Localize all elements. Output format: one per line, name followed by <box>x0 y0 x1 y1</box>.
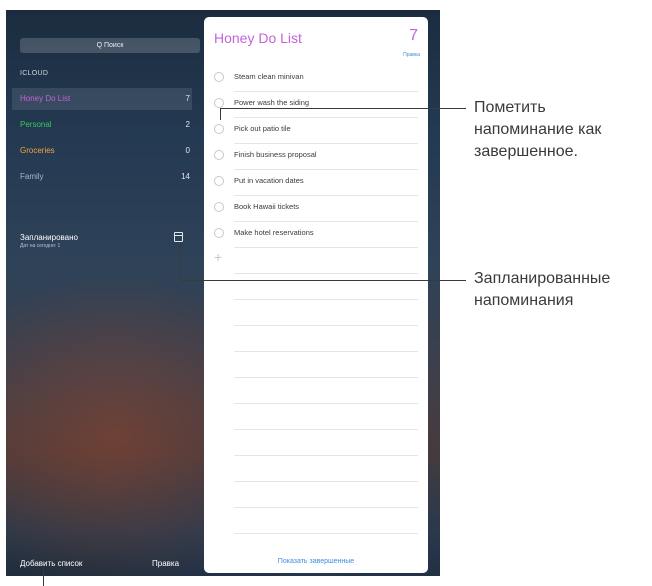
reminder-text: Make hotel reservations <box>234 228 314 237</box>
divider <box>234 273 418 274</box>
callout-pointer <box>43 570 44 586</box>
callout-line-text: напоминание как <box>474 121 602 138</box>
list-name: Family <box>20 172 44 181</box>
divider <box>234 481 418 482</box>
list-title: Honey Do List <box>214 30 302 46</box>
account-section-label: ICLOUD <box>20 70 49 77</box>
add-reminder-icon[interactable]: + <box>214 249 222 265</box>
callout-line-text: Пометить <box>474 99 546 116</box>
complete-checkbox-icon[interactable] <box>214 150 224 160</box>
sidebar-item-groceries[interactable]: Groceries 0 <box>12 140 192 162</box>
list-name: Personal <box>20 120 52 129</box>
divider <box>234 455 418 456</box>
list-name: Honey Do List <box>20 94 71 103</box>
list-edit-button[interactable]: Правка <box>403 52 420 58</box>
list-item-count: 7 <box>409 27 418 44</box>
callout-pointer <box>180 242 181 280</box>
complete-checkbox-icon[interactable] <box>214 124 224 134</box>
callout-mark-complete: Пометить напоминание как завершенное. <box>474 97 601 163</box>
reminder-item[interactable]: Power wash the siding <box>214 92 418 117</box>
reminder-text: Put in vacation dates <box>234 176 304 185</box>
divider <box>234 533 418 534</box>
complete-checkbox-icon[interactable] <box>214 228 224 238</box>
callout-line-text: напоминания <box>474 292 574 309</box>
sidebar-edit-button[interactable]: Правка <box>152 559 179 568</box>
complete-checkbox-icon[interactable] <box>214 176 224 186</box>
reminder-item[interactable]: Pick out patio tile <box>214 118 418 143</box>
show-completed-button[interactable]: Показать завершенные <box>204 558 428 565</box>
search-field[interactable]: Q Поиск <box>20 38 200 53</box>
sidebar-item-family[interactable]: Family 14 <box>12 166 192 188</box>
reminder-item[interactable]: Book Hawaii tickets <box>214 196 418 221</box>
reminder-text: Pick out patio tile <box>234 124 291 133</box>
list-count: 7 <box>185 94 190 103</box>
complete-checkbox-icon[interactable] <box>214 72 224 82</box>
add-list-button[interactable]: Добавить список <box>20 559 82 568</box>
divider <box>234 429 418 430</box>
reminder-item[interactable]: Put in vacation dates <box>214 170 418 195</box>
divider <box>234 351 418 352</box>
reminder-item[interactable]: Make hotel reservations <box>214 222 418 247</box>
callout-pointer <box>180 280 466 281</box>
reminder-item[interactable]: Steam clean minivan <box>214 66 418 91</box>
divider <box>234 325 418 326</box>
complete-checkbox-icon[interactable] <box>214 202 224 212</box>
reminder-item[interactable]: Finish business proposal <box>214 144 418 169</box>
list-count: 14 <box>181 172 190 181</box>
divider <box>234 377 418 378</box>
divider <box>234 247 418 248</box>
callout-scheduled: Запланированные напоминания <box>474 268 610 312</box>
reminder-text: Steam clean minivan <box>234 72 304 81</box>
list-count: 0 <box>185 146 190 155</box>
divider <box>234 299 418 300</box>
ipad-screen: Q Поиск ICLOUD Honey Do List 7 Personal … <box>6 10 440 576</box>
reminder-text: Power wash the siding <box>234 98 310 107</box>
reminders-card: Honey Do List 7 Правка Steam clean miniv… <box>204 17 428 573</box>
callout-pointer <box>220 108 466 109</box>
calendar-icon[interactable] <box>174 232 183 242</box>
divider <box>234 403 418 404</box>
complete-checkbox-icon[interactable] <box>214 98 224 108</box>
scheduled-subtitle: Дат на сегодня: 1 <box>20 243 61 249</box>
callout-line-text: Запланированные <box>474 270 611 287</box>
sidebar-item-personal[interactable]: Personal 2 <box>12 114 192 136</box>
callout-pointer <box>220 108 221 120</box>
callout-line-text: завершенное. <box>474 143 578 160</box>
reminder-text: Book Hawaii tickets <box>234 202 300 211</box>
sidebar-item-honey-do-list[interactable]: Honey Do List 7 <box>12 88 192 110</box>
scheduled-title[interactable]: Запланировано <box>20 233 78 242</box>
list-name: Groceries <box>20 146 55 155</box>
divider <box>234 507 418 508</box>
list-count: 2 <box>185 120 190 129</box>
reminder-text: Finish business proposal <box>234 150 317 159</box>
